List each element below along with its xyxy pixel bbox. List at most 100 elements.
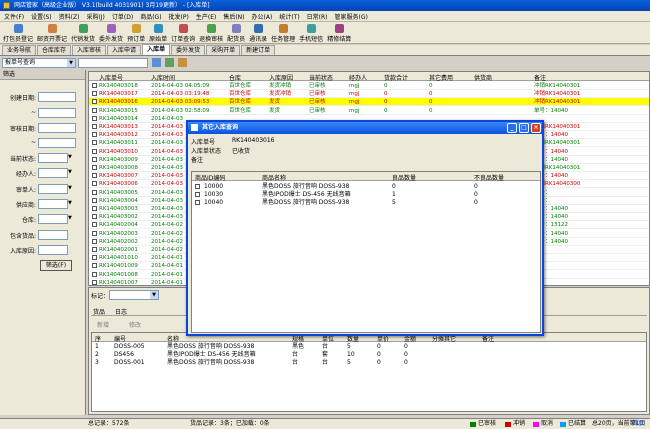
detail-column-header[interactable]: 名称 [167, 334, 179, 343]
chevron-down-icon[interactable]: ▼ [68, 154, 72, 160]
refresh-icon[interactable] [165, 58, 174, 67]
row-checkbox[interactable] [92, 99, 97, 105]
row-checkbox[interactable] [92, 238, 97, 244]
toolbar-button[interactable]: 通讯录 [249, 24, 267, 43]
dialog-column-header[interactable]: 良品数量 [392, 173, 416, 182]
filter-input[interactable] [38, 92, 76, 102]
search-icon[interactable] [152, 58, 161, 67]
row-checkbox[interactable] [92, 214, 97, 220]
tab-2[interactable]: 入库审核 [72, 45, 107, 55]
toolbar-button[interactable]: 打包员登记 [3, 24, 33, 43]
toolbar-button[interactable]: 邮资开票记 [37, 24, 67, 43]
maximize-icon[interactable]: □ [519, 123, 529, 133]
tab-5[interactable]: 委外发货 [171, 45, 206, 55]
query-input[interactable] [78, 58, 148, 68]
grid-column-header[interactable]: 入库原因 [269, 73, 293, 82]
detail-button-1[interactable]: 修改 [129, 320, 141, 329]
filter-input[interactable] [38, 214, 68, 224]
detail-tab-1[interactable]: 日志 [115, 307, 127, 316]
row-checkbox[interactable] [92, 222, 97, 228]
toolbar-button[interactable]: 任务管理 [271, 24, 295, 43]
grid-column-header[interactable]: 供货商 [474, 73, 492, 82]
row-checkbox[interactable] [92, 91, 97, 97]
row-checkbox[interactable] [195, 184, 200, 189]
row-checkbox[interactable] [92, 115, 97, 121]
menu-item[interactable]: 商品(G) [140, 12, 161, 21]
filter-button[interactable]: 筛选(F) [40, 260, 72, 271]
filter-input[interactable] [38, 138, 76, 148]
chevron-down-icon[interactable]: ▼ [68, 169, 72, 175]
menu-item[interactable]: 统计(T) [279, 12, 299, 21]
row-checkbox[interactable] [92, 206, 97, 211]
toolbar-button[interactable]: 配货员 [227, 24, 245, 43]
dialog-row[interactable]: 10000 黑色DOSS 旅行音响 DOSS-938 0 0 [192, 183, 540, 191]
row-checkbox[interactable] [92, 230, 97, 236]
filter-input[interactable] [38, 168, 68, 178]
tab-3[interactable]: 入库申请 [107, 45, 142, 55]
grid-column-header[interactable]: 经办人 [349, 73, 367, 82]
row-checkbox[interactable] [195, 192, 200, 197]
row-checkbox[interactable] [92, 132, 97, 138]
dialog-column-header[interactable]: 商品名称 [262, 173, 286, 182]
menu-item[interactable]: 订单(D) [112, 12, 133, 21]
table-row[interactable]: RK140403016 2014-04-03 03:09:53 百世仓库 发货 已审核 m… [89, 98, 649, 107]
toolbar-button[interactable]: 代销发货 [71, 24, 95, 43]
table-row[interactable]: RK140403018 2014-04-03 04:05:09 百世仓库 发货冲销 已审… [89, 82, 649, 90]
minimize-icon[interactable]: _ [507, 123, 517, 133]
toolbar-button[interactable]: 精修结算 [327, 24, 351, 43]
row-checkbox[interactable] [92, 197, 97, 203]
filter-input[interactable] [38, 245, 68, 255]
dialog-row[interactable]: 10030 黑色IPOD爆士 DS-456 无线音箱 1 0 [192, 191, 540, 199]
filter-input[interactable] [38, 153, 68, 163]
row-checkbox[interactable] [92, 181, 97, 187]
menu-item[interactable]: 办公(A) [252, 12, 273, 21]
grid-column-header[interactable]: 仓库 [229, 73, 241, 82]
chevron-down-icon[interactable]: ▼ [68, 215, 72, 221]
tab-0[interactable]: 业务导航 [2, 45, 37, 55]
first-page-link[interactable]: 首页 [632, 419, 644, 429]
grid-column-header[interactable]: 备注 [534, 73, 546, 82]
detail-row[interactable]: 2 DS456 黑色IPOD爆士 DS-456 无线音箱 台 套 10 0 0 [92, 351, 646, 359]
row-checkbox[interactable] [92, 140, 97, 146]
toolbar-button[interactable]: 手机短信 [299, 24, 323, 43]
tab-6[interactable]: 采购开单 [206, 45, 241, 55]
menu-item[interactable]: 批发(P) [169, 12, 189, 21]
toolbar-button[interactable]: 原始单 [149, 24, 167, 43]
grid-column-header[interactable]: 其它费用 [429, 73, 453, 82]
row-checkbox[interactable] [92, 189, 97, 195]
menu-item[interactable]: 文件(F) [4, 12, 24, 21]
row-checkbox[interactable] [92, 271, 97, 277]
filter-input[interactable] [38, 184, 68, 194]
grid-column-header[interactable]: 入库单号 [99, 73, 123, 82]
row-checkbox[interactable] [195, 200, 200, 205]
row-checkbox[interactable] [92, 279, 97, 285]
detail-column-header[interactable]: 序 [95, 334, 101, 343]
toolbar-button[interactable]: 退换审核 [199, 24, 223, 43]
menu-item[interactable]: 管家服务(G) [335, 12, 368, 21]
filter-input[interactable] [38, 230, 68, 240]
toolbar-button[interactable]: 订单查询 [171, 24, 195, 43]
chevron-down-icon[interactable]: ▼ [150, 291, 158, 299]
toolbar-button[interactable]: 预订单 [127, 24, 145, 43]
filter-input[interactable] [38, 123, 76, 133]
grid-column-header[interactable]: 当前状态 [309, 73, 333, 82]
row-checkbox[interactable] [92, 107, 97, 113]
detail-button-0[interactable]: 新增 [97, 320, 109, 329]
grid-column-header[interactable]: 货款合计 [384, 73, 408, 82]
detail-row[interactable]: 1 DOSS-005 黑色DOSS 旅行音响 DOSS-938 黑色 台 5 0 0 [92, 343, 646, 351]
detail-tab-0[interactable]: 货品 [93, 307, 105, 316]
row-checkbox[interactable] [92, 83, 97, 88]
query-type-combo[interactable]: 报单号查询 ▼ [2, 58, 76, 68]
menu-item[interactable]: 设置(S) [31, 12, 52, 21]
tab-1[interactable]: 仓库库存 [37, 45, 72, 55]
table-row[interactable]: RK140403017 2014-04-03 03:19:48 百世仓库 发货冲销 已审… [89, 90, 649, 99]
row-checkbox[interactable] [92, 124, 97, 129]
dialog-row[interactable]: 10040 黑色DOSS 旅行音响 DOSS-938 5 0 [192, 199, 540, 207]
tab-4[interactable]: 入库单 [142, 44, 171, 55]
menu-item[interactable]: 售后(N) [223, 12, 244, 21]
filter-input[interactable] [38, 108, 76, 118]
grid-column-header[interactable]: 入库时间 [151, 73, 175, 82]
row-checkbox[interactable] [92, 156, 97, 162]
detail-row[interactable]: 3 DOSS-001 黑色DOSS 旅行音响 DOSS-938 台 台 5 0 0 [92, 359, 646, 367]
row-checkbox[interactable] [92, 165, 97, 170]
